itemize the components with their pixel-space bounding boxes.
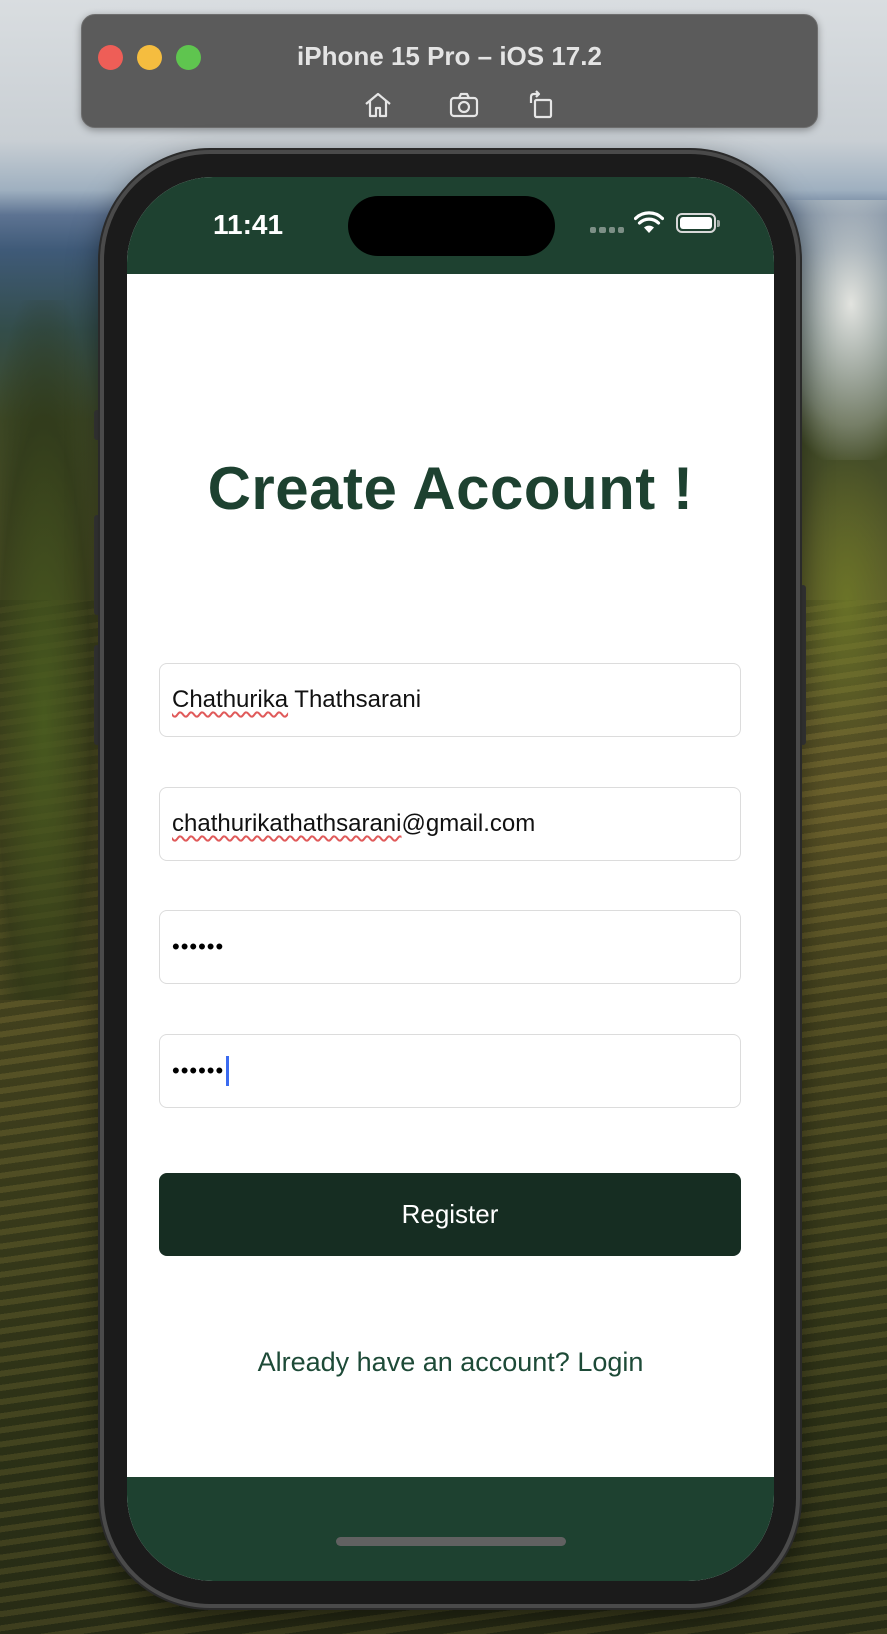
battery-icon [676, 213, 720, 233]
dynamic-island [348, 196, 555, 256]
email-input[interactable]: chathurikathathsarani @gmail.com [159, 787, 741, 861]
login-link[interactable]: Already have an account? Login [127, 1347, 774, 1378]
email-user-text: chathurikathathsarani [172, 810, 402, 837]
power-button [800, 585, 806, 745]
simulator-title: iPhone 15 Pro – iOS 17.2 [297, 41, 602, 71]
wifi-icon [634, 211, 664, 233]
status-time: 11:41 [213, 209, 284, 240]
home-icon[interactable] [360, 87, 396, 123]
password-dots: •••••• [172, 934, 225, 959]
rotate-icon[interactable] [523, 87, 559, 123]
cellular-signal-icon [590, 227, 624, 233]
full-name-input[interactable]: Chathurika Thathsarani [159, 663, 741, 737]
email-domain-text: @gmail.com [401, 810, 536, 837]
status-bar: 11:41 [127, 177, 774, 274]
name-rest-text: Thathsarani [288, 686, 422, 713]
name-first-text: Chathurika [172, 686, 289, 713]
page-title: Create Account ! [207, 455, 694, 522]
confirm-password-dots: •••••• [172, 1058, 225, 1083]
phone-screen: 11:41 Create Account ! Chathurika Thaths… [127, 177, 774, 1581]
bottom-bar [127, 1477, 774, 1581]
text-cursor [226, 1056, 230, 1086]
screenshot-icon[interactable] [446, 87, 482, 123]
home-indicator[interactable] [336, 1537, 566, 1546]
simulator-title-bar: iPhone 15 Pro – iOS 17.2 [81, 14, 818, 128]
password-input[interactable]: •••••• [159, 910, 741, 984]
register-button[interactable]: Register [159, 1173, 741, 1256]
confirm-password-input[interactable]: •••••• [159, 1034, 741, 1108]
